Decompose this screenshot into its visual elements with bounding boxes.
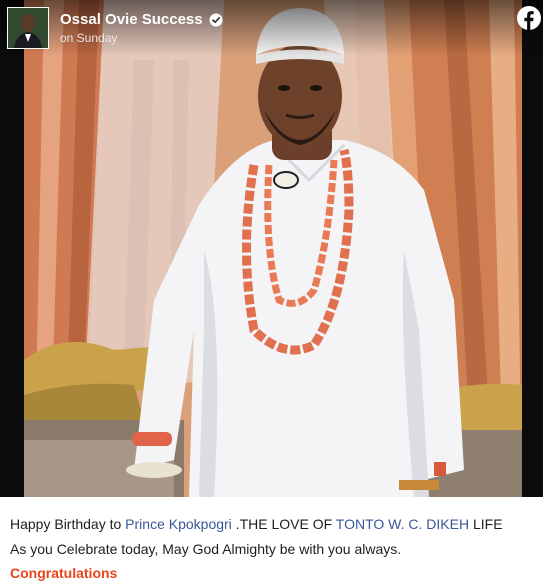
mention-tonto-dikeh[interactable]: TONTO W. C. DIKEH <box>336 516 469 532</box>
caption-text: Happy Birthday to <box>10 516 126 532</box>
post-photo[interactable] <box>24 0 522 497</box>
caption-text: .THE LOVE OF <box>231 516 336 532</box>
post-caption: Happy Birthday to Prince Kpokpogri .THE … <box>10 516 535 581</box>
caption-line-2: As you Celebrate today, May God Almighty… <box>10 541 402 557</box>
mention-prince-kpokpogri[interactable]: Prince Kpokpogri <box>125 516 232 532</box>
post-header: Ossal Ovie Success on Sunday <box>0 0 543 56</box>
verified-badge-icon <box>209 13 223 27</box>
facebook-post: Ossal Ovie Success on Sunday Happy Birth… <box>0 0 543 587</box>
author-name[interactable]: Ossal Ovie Success <box>60 11 203 29</box>
caption-congratulations: Congratulations <box>10 565 118 581</box>
post-author[interactable]: Ossal Ovie Success <box>60 11 223 29</box>
facebook-logo-icon[interactable] <box>517 6 541 30</box>
caption-text: LIFE <box>469 516 503 532</box>
post-timestamp[interactable]: on Sunday <box>60 31 117 45</box>
caption-line-1: Happy Birthday to Prince Kpokpogri .THE … <box>10 516 535 532</box>
post-media[interactable]: Ossal Ovie Success on Sunday <box>0 0 543 497</box>
author-avatar[interactable] <box>7 7 49 49</box>
